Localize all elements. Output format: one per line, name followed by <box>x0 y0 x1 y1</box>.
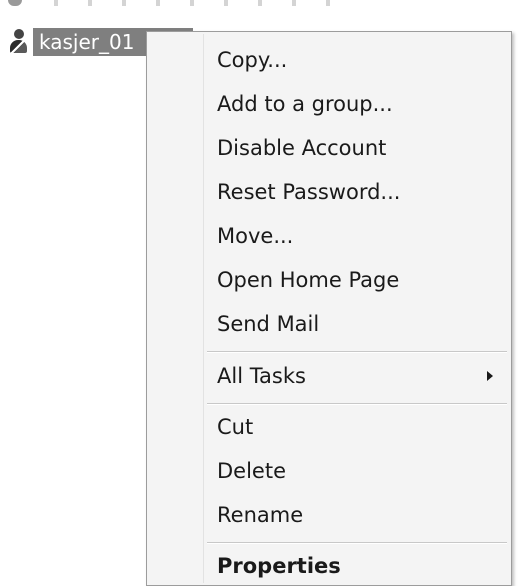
submenu-arrow-icon <box>487 371 493 381</box>
menu-item-label: Delete <box>217 459 286 483</box>
menu-separator <box>207 351 507 353</box>
menu-item-send-mail[interactable]: Send Mail <box>149 302 509 346</box>
menu-item-label: Send Mail <box>217 312 320 336</box>
menu-item-label: Cut <box>217 415 254 439</box>
menu-item-label: Reset Password... <box>217 180 401 204</box>
menu-item-move[interactable]: Move... <box>149 214 509 258</box>
menu-item-label: All Tasks <box>217 364 306 388</box>
screenshot-stage: kasjer_01 Copy... Add to a group... Disa… <box>0 0 518 586</box>
menu-item-label: Rename <box>217 503 304 527</box>
previous-list-row-cropped <box>0 0 400 12</box>
user-icon <box>8 29 30 55</box>
menu-item-rename[interactable]: Rename <box>149 493 509 537</box>
menu-item-label: Properties <box>217 554 341 578</box>
menu-item-all-tasks[interactable]: All Tasks <box>149 354 509 398</box>
list-item-text-cropped <box>40 0 360 6</box>
menu-item-disable-account[interactable]: Disable Account <box>149 126 509 170</box>
menu-item-properties[interactable]: Properties <box>149 544 509 586</box>
menu-item-label: Move... <box>217 224 294 248</box>
menu-item-open-home-page[interactable]: Open Home Page <box>149 258 509 302</box>
menu-item-reset-password[interactable]: Reset Password... <box>149 170 509 214</box>
menu-item-label: Add to a group... <box>217 92 393 116</box>
menu-item-label: Open Home Page <box>217 268 400 292</box>
menu-item-cut[interactable]: Cut <box>149 405 509 449</box>
menu-item-add-to-group[interactable]: Add to a group... <box>149 82 509 126</box>
menu-item-copy[interactable]: Copy... <box>149 38 509 82</box>
menu-item-label: Disable Account <box>217 136 387 160</box>
list-item-icon <box>8 0 22 6</box>
context-menu: Copy... Add to a group... Disable Accoun… <box>146 31 512 586</box>
menu-item-label: Copy... <box>217 48 288 72</box>
menu-item-delete[interactable]: Delete <box>149 449 509 493</box>
